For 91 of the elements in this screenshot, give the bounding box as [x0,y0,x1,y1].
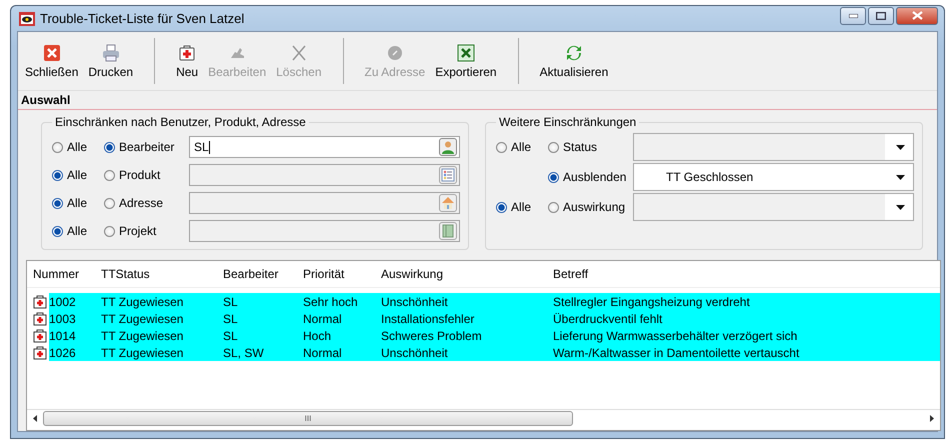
minimize-button[interactable] [840,6,866,24]
dropdown[interactable] [633,133,914,161]
table-cell: Schweres Problem [381,328,482,342]
table-cell: 1026 [49,346,76,360]
toolbar-button[interactable]: Schließen [20,32,84,90]
radio-option[interactable]: Produkt [104,168,189,182]
table-cell: SL [223,312,238,326]
table-cell: TT Zugewiesen [101,312,184,326]
table-cell: Hoch [303,328,332,342]
table-cell: Lieferung Warmwasserbehälter verzögert sich [553,328,798,342]
input-field[interactable] [189,220,460,242]
house-icon [441,196,456,210]
scrollbar-thumb[interactable]: III [43,411,573,426]
list-icon [441,168,456,182]
table-cell: Unschönheit [381,346,448,360]
radio-option[interactable]: Alle [52,196,104,210]
radio-option[interactable]: Adresse [104,196,189,210]
toolbar-button[interactable]: Exportieren [430,32,502,90]
printer-icon [102,44,120,62]
radio-option[interactable]: Alle [52,140,104,154]
refresh-icon [564,44,583,62]
window-title: Trouble-Ticket-Liste für Sven Latzel [40,11,244,26]
table-cell: TT Zugewiesen [101,294,184,308]
close-button[interactable] [896,6,938,24]
dropdown-arrow-icon [896,174,905,180]
section-title: Auswahl [18,91,937,110]
maximize-button[interactable] [868,6,894,24]
column-header[interactable]: Bearbeiter [217,267,297,281]
table-cell: Normal [303,312,342,326]
person-icon [441,140,456,154]
maximize-icon [876,12,886,20]
close-icon [912,11,922,20]
app-icon [19,12,35,26]
dropdown-arrow-icon [896,204,905,210]
column-header[interactable]: Auswirkung [375,267,547,281]
book-icon [441,224,456,238]
table-cell: SL, SW [223,346,264,360]
lookup-button[interactable] [439,222,458,240]
close-icon [42,44,61,62]
lookup-button[interactable] [439,138,458,156]
lookup-button[interactable] [439,166,458,184]
first-aid-kit-icon [178,44,196,62]
toolbar-button[interactable]: Aktualisieren [534,32,614,90]
table-cell: Normal [303,346,342,360]
table-cell: 1014 [49,328,76,342]
table-cell: SL [223,328,238,342]
table-cell: Unschönheit [381,294,448,308]
horizontal-scrollbar[interactable]: III [27,409,940,427]
table-cell: 1003 [49,312,76,326]
table-cell: Sehr hoch [303,294,358,308]
radio-option[interactable]: Ausblenden [548,170,634,184]
dropdown[interactable]: TT Geschlossen [633,163,914,191]
column-header[interactable]: Nummer [27,267,95,281]
table-cell: Überdruckventil fehlt [553,312,662,326]
scroll-left-icon [33,415,37,422]
cross-icon [290,44,308,62]
input-field[interactable]: SL [189,136,460,158]
table-cell: Installationsfehler [381,312,474,326]
spreadsheet-icon [456,44,475,62]
table-cell: TT Zugewiesen [101,328,184,342]
toolbar-button[interactable]: Neu [171,32,204,90]
radio-option[interactable]: Bearbeiter [104,140,189,154]
radio-option[interactable]: Projekt [104,224,189,238]
column-header[interactable]: Betreff [547,267,927,281]
scroll-right-icon [930,415,934,422]
radio-option[interactable]: Alle [52,168,104,182]
radio-option[interactable]: Alle [496,140,548,154]
group-title: Einschränken nach Benutzer, Produkt, Adresse [52,115,309,129]
minimize-icon [848,14,858,18]
radio-option[interactable]: Alle [496,200,548,214]
first-aid-kit-icon [33,294,47,308]
dropdown[interactable] [633,193,914,221]
first-aid-kit-icon [33,328,47,342]
column-header[interactable]: TTStatus [95,267,217,281]
first-aid-kit-icon [33,346,47,360]
lookup-button[interactable] [439,194,458,212]
input-field[interactable] [189,192,460,214]
radio-option[interactable]: Status [548,140,634,154]
column-header[interactable]: Priorität [297,267,375,281]
radio-option[interactable]: Auswirkung [548,200,634,214]
table-cell: TT Zugewiesen [101,346,184,360]
group-title: Weitere Einschränkungen [496,115,640,129]
table-cell: SL [223,294,238,308]
toolbar-button[interactable]: Drucken [83,32,138,90]
radio-option[interactable]: Alle [52,224,104,238]
table-cell: 1002 [49,294,76,308]
input-field[interactable] [189,164,460,186]
table-cell: Stellregler Eingangsheizung verdreht [553,294,750,308]
first-aid-kit-icon [33,312,47,326]
table-cell: Warm-/Kaltwasser in Damentoilette vertauscht [553,346,800,360]
dropdown-arrow-icon [896,144,905,150]
